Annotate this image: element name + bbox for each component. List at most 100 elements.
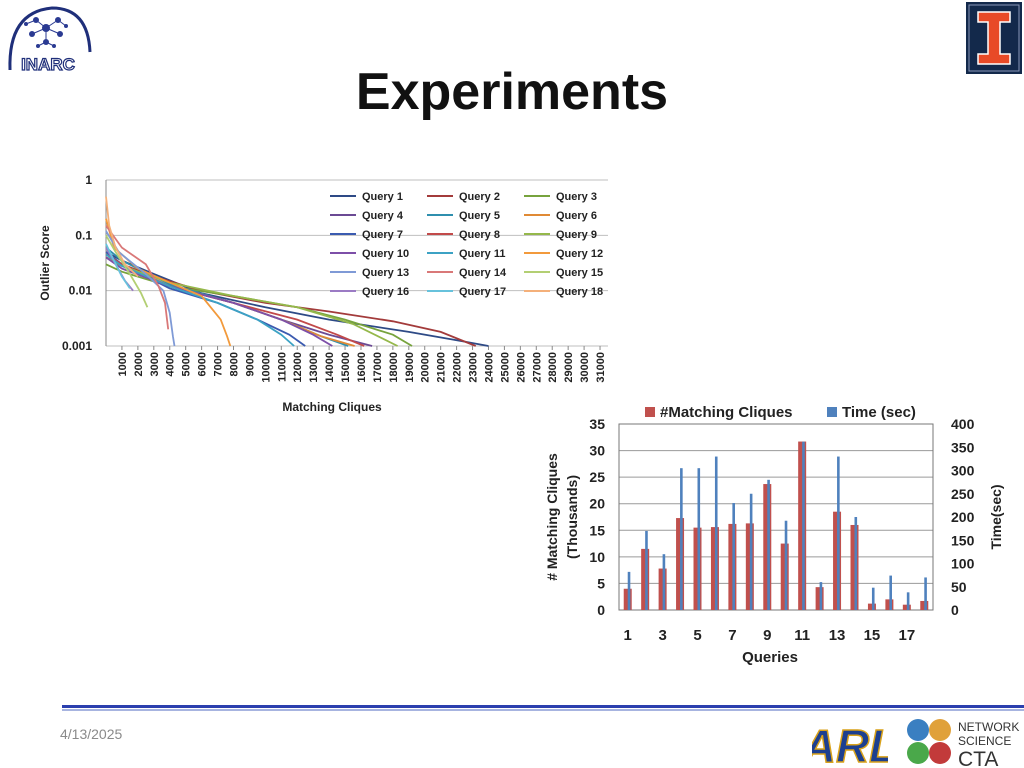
x-tick-label: 28000 <box>547 352 559 383</box>
x-tick-label: 1 <box>624 627 632 644</box>
y-tick-label: 10 <box>589 549 605 565</box>
ns-logo-line-1: NETWORK <box>958 720 1019 734</box>
x-tick-label: 17000 <box>372 352 384 383</box>
x-tick-label: 11 <box>794 627 810 644</box>
x-tick-label: 18000 <box>388 352 400 383</box>
bars <box>623 441 929 610</box>
y-tick-label: 25 <box>589 469 605 485</box>
legend-label: Query 10 <box>362 248 409 260</box>
legend-label: Query 12 <box>556 248 603 260</box>
bar-time <box>784 520 788 610</box>
bar-time <box>645 530 648 610</box>
x-tick-label: 13000 <box>308 352 320 383</box>
y2-tick-label: 150 <box>951 532 975 548</box>
legend-label: Query 13 <box>362 267 409 279</box>
legend-label: Query 14 <box>459 267 507 279</box>
y-tick-label: 0.001 <box>62 339 92 353</box>
legend-label: Query 3 <box>556 191 597 203</box>
bar-time <box>680 468 683 610</box>
y-tick-label: 15 <box>589 522 605 538</box>
x-tick-label: 7 <box>728 627 736 644</box>
legend-label: Query 4 <box>362 210 404 222</box>
y2-axis-title: Time(sec) <box>988 484 1004 549</box>
y2-tick-label: 0 <box>951 602 959 618</box>
x-tick-label: 2000 <box>133 352 145 376</box>
y-tick-label: 20 <box>589 496 605 512</box>
x-tick-label: 11000 <box>276 352 288 382</box>
bar-time <box>749 493 753 610</box>
x-tick-label: 23000 <box>468 352 480 383</box>
ns-logo-line-2: SCIENCE <box>958 734 1011 748</box>
legend-swatch <box>645 407 655 417</box>
bar-time <box>819 582 823 610</box>
legend-label: Query 6 <box>556 210 597 222</box>
legend-label: Query 18 <box>556 286 603 298</box>
x-tick-label: 17 <box>898 627 915 644</box>
slide-date: 4/13/2025 <box>60 726 123 742</box>
legend-label: Query 1 <box>362 191 403 203</box>
x-tick-label: 29000 <box>563 352 575 383</box>
bar-matching-cliques <box>658 568 667 610</box>
legend-label: Query 16 <box>362 286 409 298</box>
x-tick-label: 25000 <box>499 352 511 383</box>
network-science-cta-logo: NETWORK SCIENCE CTA <box>907 719 1019 768</box>
x-tick-label: 9 <box>763 627 771 644</box>
y-tick-label: 35 <box>589 416 605 432</box>
y2-tick-label: 100 <box>951 556 975 572</box>
x-tick-label: 24000 <box>483 352 495 383</box>
bar-time <box>697 468 701 610</box>
bar-time <box>767 479 770 610</box>
x-tick-label: 8000 <box>228 352 240 376</box>
y-tick-label: 30 <box>589 443 605 459</box>
bar-time <box>732 503 735 610</box>
legend-label: Query 7 <box>362 229 403 241</box>
x-tick-label: 12000 <box>292 352 304 383</box>
bar-matching-cliques <box>798 441 807 610</box>
bar-time <box>871 587 875 610</box>
x-axis-title: Matching Cliques <box>282 400 382 414</box>
y2-tick-label: 250 <box>951 486 975 502</box>
x-tick-label: 27000 <box>531 352 543 383</box>
x-tick-label: 20000 <box>420 352 432 383</box>
legend-label: Query 2 <box>459 191 500 203</box>
bar-matching-cliques <box>676 518 685 610</box>
series-line <box>105 256 477 347</box>
x-tick-label: 22000 <box>452 352 464 383</box>
y2-tick-label: 200 <box>951 509 975 525</box>
arl-logo: ARL <box>812 719 888 768</box>
arl-logo-text: ARL <box>812 720 888 768</box>
y-tick-label: 0.1 <box>75 228 92 242</box>
legend-label: Query 9 <box>556 229 597 241</box>
x-tick-label: 26000 <box>515 352 527 383</box>
bar-time <box>627 571 631 610</box>
x-tick-label: 15000 <box>340 352 352 383</box>
legend-label: Query 8 <box>459 229 500 241</box>
matching-cliques-bar-chart: 051015202530350501001502002503003504001 3… <box>544 404 1004 666</box>
legend-label: Time (sec) <box>842 404 916 421</box>
y-tick-label: 1 <box>85 173 92 187</box>
x-tick-label: 3 <box>658 627 666 644</box>
y-tick-label: 0 <box>597 602 605 618</box>
y-tick-label: 5 <box>597 575 605 591</box>
x-tick-label: 13 <box>829 627 846 644</box>
y-axis-title-line-2: (Thousands) <box>564 475 580 559</box>
x-tick-label: 4000 <box>165 352 177 376</box>
x-tick-label: 7000 <box>213 352 225 376</box>
x-tick-label: 10000 <box>260 352 272 383</box>
x-tick-label: 5 <box>693 627 701 644</box>
footer-divider <box>62 705 1024 711</box>
y2-tick-label: 350 <box>951 439 975 455</box>
bar-time <box>662 554 666 610</box>
bar-matching-cliques <box>815 587 824 610</box>
x-tick-label: 21000 <box>436 352 448 383</box>
legend-label: Query 15 <box>556 267 603 279</box>
x-tick-label: 3000 <box>149 352 161 376</box>
outlier-score-line-chart: 1 0.1 0.01 0.001 1000 2000 3000 4000 5000 6000 700… <box>38 173 608 414</box>
bar-time <box>837 456 840 610</box>
slide-title: Experiments <box>355 63 669 121</box>
y2-tick-label: 400 <box>951 416 975 432</box>
x-tick-label: 30000 <box>579 352 591 383</box>
legend-label: Query 17 <box>459 286 506 298</box>
x-tick-label: 9000 <box>244 352 256 376</box>
bar-time <box>906 592 910 610</box>
